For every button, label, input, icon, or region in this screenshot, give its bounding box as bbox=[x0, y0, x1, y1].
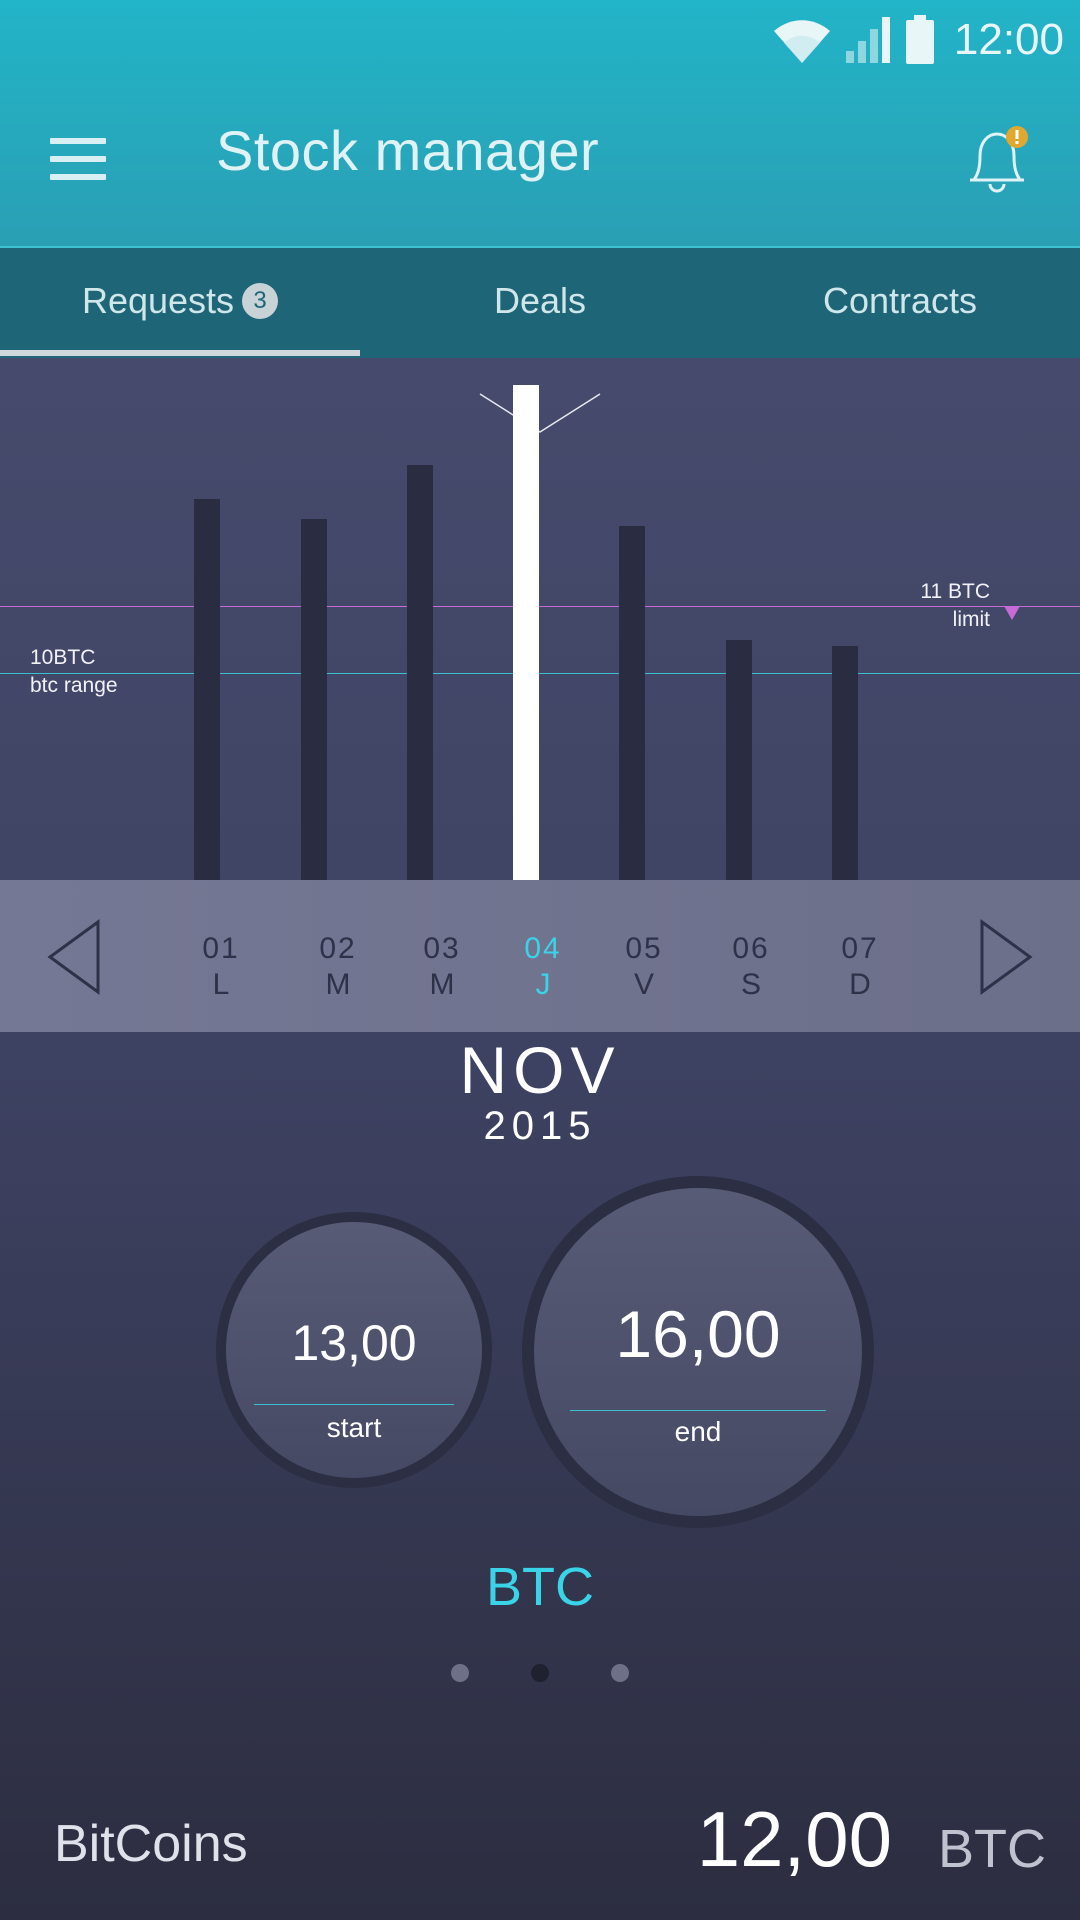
month-label: NOV bbox=[459, 1033, 621, 1107]
day-letter: V bbox=[633, 968, 654, 1001]
balance-value: 12,00 bbox=[696, 1795, 892, 1883]
day-number: 04 bbox=[524, 932, 562, 965]
limit-line bbox=[0, 606, 1080, 607]
day-number: 05 bbox=[625, 932, 663, 965]
end-divider bbox=[570, 1410, 826, 1411]
page-title: Stock manager bbox=[216, 119, 600, 182]
day-number: 03 bbox=[423, 932, 461, 965]
day-letter: D bbox=[849, 968, 871, 1001]
header: Stock manager bbox=[0, 100, 1080, 210]
range-line bbox=[0, 673, 1080, 674]
year-label: 2015 bbox=[483, 1104, 597, 1148]
previous-week-arrow-icon[interactable] bbox=[46, 918, 102, 996]
start-caption: start bbox=[326, 1412, 382, 1443]
limit-label: 11 BTC limit bbox=[920, 580, 990, 631]
start-value-dial[interactable]: 13,00 start bbox=[216, 1212, 492, 1488]
day-number: 01 bbox=[202, 932, 240, 965]
tab-requests[interactable]: Requests 3 bbox=[0, 248, 360, 354]
signal-icon bbox=[845, 17, 890, 63]
chart-bar-04[interactable] bbox=[513, 384, 539, 948]
tab-label: Contracts bbox=[822, 280, 978, 321]
date-selector: 01 L 02 M 03 M 04 J 05 V 06 S 07 D bbox=[0, 880, 1080, 1032]
end-caption: end bbox=[674, 1416, 722, 1447]
tab-contracts[interactable]: Contracts bbox=[720, 248, 1080, 354]
page-dot[interactable] bbox=[611, 1664, 629, 1682]
day-letter: J bbox=[535, 968, 551, 1001]
limit-marker-icon bbox=[1004, 606, 1020, 620]
btc-bar-chart: 10BTC btc range 11 BTC limit bbox=[0, 356, 1080, 948]
start-divider bbox=[254, 1404, 454, 1405]
day-letter: S bbox=[740, 968, 761, 1001]
day-02[interactable]: 02 M bbox=[298, 932, 378, 1004]
day-letter: M bbox=[325, 968, 351, 1001]
day-03[interactable]: 03 M bbox=[402, 932, 482, 1004]
day-07[interactable]: 07 D bbox=[820, 932, 900, 1004]
start-value: 13,00 bbox=[291, 1315, 417, 1371]
currency-selector[interactable]: BTC bbox=[0, 1556, 1080, 1618]
day-number: 07 bbox=[841, 932, 879, 965]
day-number: 02 bbox=[319, 932, 357, 965]
range-label: 10BTC btc range bbox=[30, 646, 118, 697]
day-01[interactable]: 01 L bbox=[181, 932, 261, 1004]
day-letter: L bbox=[212, 968, 230, 1001]
day-letter: M bbox=[429, 968, 455, 1001]
end-value-dial[interactable]: 16,00 end bbox=[522, 1176, 874, 1528]
chevron-down-icon[interactable] bbox=[478, 392, 602, 436]
day-05[interactable]: 05 V bbox=[604, 932, 684, 1004]
status-bar: 12:00 bbox=[772, 10, 1064, 70]
balance-unit: BTC bbox=[938, 1819, 1046, 1879]
battery-icon bbox=[905, 15, 934, 64]
tab-bar: Requests 3 Deals Contracts bbox=[0, 246, 1080, 358]
tab-label: Deals bbox=[493, 280, 587, 321]
tab-deals[interactable]: Deals bbox=[360, 248, 720, 354]
wifi-icon bbox=[773, 20, 830, 63]
page-indicator bbox=[0, 1664, 1080, 1682]
requests-count-badge: 3 bbox=[242, 283, 279, 319]
day-04[interactable]: 04 J bbox=[503, 932, 583, 1004]
app-bar: 12:00 Stock manager bbox=[0, 0, 1080, 246]
balance-label: BitCoins bbox=[54, 1815, 248, 1873]
page-dot[interactable] bbox=[531, 1664, 549, 1682]
day-number: 06 bbox=[732, 932, 770, 965]
day-06[interactable]: 06 S bbox=[711, 932, 791, 1004]
menu-icon[interactable] bbox=[50, 138, 106, 180]
clock: 12:00 bbox=[953, 15, 1064, 64]
next-week-arrow-icon[interactable] bbox=[978, 918, 1034, 996]
tab-label: Requests bbox=[81, 280, 235, 321]
page-dot[interactable] bbox=[451, 1664, 469, 1682]
end-value: 16,00 bbox=[615, 1297, 781, 1371]
chart-bar-03[interactable] bbox=[407, 465, 433, 948]
notification-bell-icon[interactable] bbox=[964, 124, 1030, 196]
